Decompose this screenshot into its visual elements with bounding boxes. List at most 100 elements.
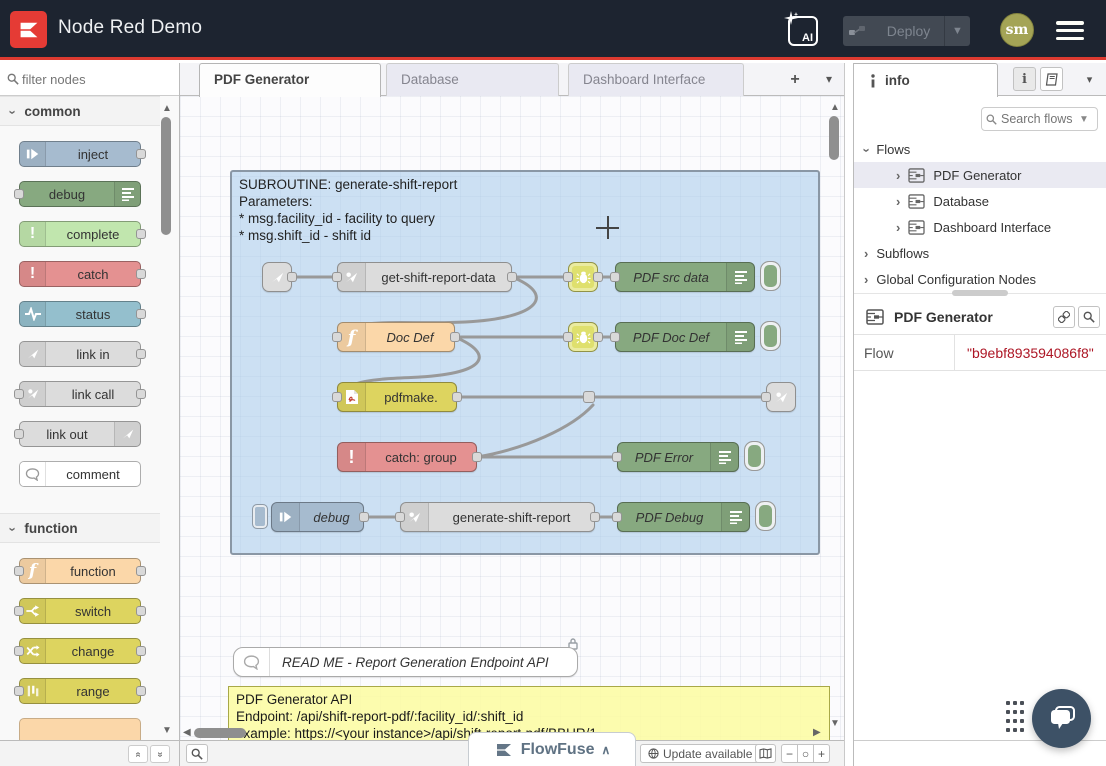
- chevron-down-icon: ›: [859, 148, 874, 152]
- tab-dashboard-interface[interactable]: Dashboard Interface: [568, 63, 744, 96]
- tree-item-pdf-generator[interactable]: › PDF Generator: [854, 162, 1106, 188]
- info-icon: [870, 74, 876, 88]
- palette-scrollbar-thumb[interactable]: [161, 117, 171, 235]
- tree-resize-handle[interactable]: [952, 290, 1008, 296]
- palette-node-link-out[interactable]: link out: [19, 421, 141, 447]
- ai-assistant-button[interactable]: AI: [788, 16, 818, 46]
- tab-pdf-generator[interactable]: PDF Generator: [199, 63, 381, 97]
- minimap-button[interactable]: [755, 744, 776, 763]
- sidebar-menu-caret[interactable]: ▾: [1078, 67, 1101, 91]
- node-bug-1[interactable]: [568, 262, 598, 292]
- palette-node-switch[interactable]: switch: [19, 598, 141, 624]
- help-book-button[interactable]: [1040, 67, 1063, 91]
- palette-node-comment[interactable]: comment: [19, 461, 141, 487]
- palette-node-debug[interactable]: debug: [19, 181, 141, 207]
- debug-toggle-button[interactable]: [755, 501, 776, 531]
- inject-icon: [272, 503, 300, 531]
- flow-group[interactable]: SUBROUTINE: generate-shift-reportParamet…: [230, 170, 820, 555]
- palette-filter-input[interactable]: [22, 67, 162, 91]
- main-menu-button[interactable]: [1056, 21, 1084, 40]
- palette-node-inject[interactable]: inject: [19, 141, 141, 167]
- palette-scroll-up[interactable]: ▲: [162, 103, 172, 114]
- canvas-scroll-right[interactable]: ▶: [813, 727, 821, 738]
- debug-list-icon: [726, 323, 754, 351]
- tab-database[interactable]: Database: [386, 63, 559, 96]
- canvas-scroll-down[interactable]: ▼: [830, 718, 840, 729]
- user-avatar[interactable]: sm: [1000, 13, 1034, 47]
- palette-node-range[interactable]: range: [19, 678, 141, 704]
- node-link-in[interactable]: [262, 262, 292, 292]
- comment-bubble-icon: [20, 462, 46, 486]
- canvas-scroll-left[interactable]: ◀: [183, 727, 191, 738]
- tree-item-subflows[interactable]: › Subflows: [854, 240, 1106, 266]
- node-inject-debug[interactable]: debug: [271, 502, 364, 532]
- collapse-all-button[interactable]: «: [128, 745, 148, 763]
- info-tool-button[interactable]: i: [1013, 67, 1036, 91]
- palette-node-status[interactable]: status: [19, 301, 141, 327]
- wire-junction[interactable]: [583, 391, 595, 403]
- sidebar-splitter[interactable]: [846, 63, 853, 766]
- search-options-caret[interactable]: ▼: [1079, 114, 1089, 125]
- update-available-button[interactable]: Update available: [640, 744, 760, 763]
- tree-item-flows[interactable]: › Flows: [854, 136, 1106, 162]
- chevron-right-icon: ›: [896, 220, 900, 235]
- tree-item-global-config[interactable]: › Global Configuration Nodes: [854, 266, 1106, 292]
- add-flow-button[interactable]: +: [782, 67, 808, 92]
- zoom-reset-button[interactable]: ○: [797, 744, 814, 763]
- node-comment-readme[interactable]: READ ME - Report Generation Endpoint API: [233, 647, 578, 677]
- debug-toggle-button[interactable]: [760, 261, 781, 291]
- node-catch-group[interactable]: ! catch: group: [337, 442, 477, 472]
- tree-item-dashboard-interface[interactable]: › Dashboard Interface: [854, 214, 1106, 240]
- node-pdf-error[interactable]: PDF Error: [617, 442, 739, 472]
- palette-scroll-down[interactable]: ▼: [162, 725, 172, 736]
- debug-toggle-button[interactable]: [760, 321, 781, 351]
- copy-link-button[interactable]: [1053, 306, 1075, 328]
- inject-trigger-button[interactable]: [252, 504, 268, 529]
- tab-list-menu-button[interactable]: ▾: [816, 67, 842, 92]
- palette-category-common[interactable]: › common: [0, 96, 160, 126]
- zoom-in-button[interactable]: +: [813, 744, 830, 763]
- search-flows-button[interactable]: [186, 744, 208, 763]
- node-bug-2[interactable]: [568, 322, 598, 352]
- node-pdf-src-data[interactable]: PDF src data: [615, 262, 755, 292]
- node-get-shift-report-data[interactable]: get-shift-report-data: [337, 262, 512, 292]
- sidebar-search[interactable]: ▼: [981, 107, 1098, 131]
- search-icon: [1083, 311, 1095, 323]
- canvas-hscrollbar-thumb[interactable]: [194, 728, 246, 738]
- palette-category-function[interactable]: › function: [0, 513, 160, 543]
- tree-item-database[interactable]: › Database: [854, 188, 1106, 214]
- workspace[interactable]: SUBROUTINE: generate-shift-reportParamet…: [180, 96, 844, 740]
- flow-detail-title: PDF Generator: [894, 309, 993, 325]
- canvas-vscrollbar-thumb[interactable]: [829, 116, 839, 160]
- deploy-options-caret[interactable]: ▼: [944, 16, 970, 46]
- palette-node-partial[interactable]: [19, 718, 141, 740]
- property-value: "b9ebf893594086f8": [954, 335, 1106, 370]
- palette-node-function[interactable]: f function: [19, 558, 141, 584]
- node-pdf-doc-def[interactable]: PDF Doc Def: [615, 322, 755, 352]
- node-pdf-debug[interactable]: PDF Debug: [617, 502, 750, 532]
- palette-node-change[interactable]: change: [19, 638, 141, 664]
- palette-node-complete[interactable]: ! complete: [19, 221, 141, 247]
- deploy-button[interactable]: Deploy ▼: [843, 16, 970, 46]
- palette-node-link-call[interactable]: link call: [19, 381, 141, 407]
- canvas-scroll-up[interactable]: ▲: [830, 102, 840, 113]
- node-link-out[interactable]: [766, 382, 796, 412]
- chevron-right-icon: ›: [864, 246, 868, 261]
- search-flows-input[interactable]: [1001, 112, 1075, 126]
- palette-node-catch[interactable]: ! catch: [19, 261, 141, 287]
- zoom-out-button[interactable]: −: [781, 744, 798, 763]
- palette-node-link-in[interactable]: link in: [19, 341, 141, 367]
- group-comment-text: SUBROUTINE: generate-shift-reportParamet…: [239, 176, 457, 244]
- chat-widget-button[interactable]: [1032, 689, 1091, 748]
- flow-tab-bar: PDF Generator Database Dashboard Interfa…: [180, 63, 844, 96]
- flowfuse-panel-toggle[interactable]: FlowFuse ∧: [468, 732, 636, 766]
- chevron-right-icon: ›: [864, 272, 868, 287]
- widget-drag-handle[interactable]: [1006, 701, 1024, 735]
- tab-info[interactable]: info: [854, 63, 998, 97]
- node-doc-def[interactable]: f Doc Def: [337, 322, 455, 352]
- node-generate-shift-report[interactable]: generate-shift-report: [400, 502, 595, 532]
- expand-all-button[interactable]: »: [150, 745, 170, 763]
- search-node-button[interactable]: [1078, 306, 1100, 328]
- debug-toggle-button[interactable]: [744, 441, 765, 471]
- node-pdfmake[interactable]: pdfmake.: [337, 382, 457, 412]
